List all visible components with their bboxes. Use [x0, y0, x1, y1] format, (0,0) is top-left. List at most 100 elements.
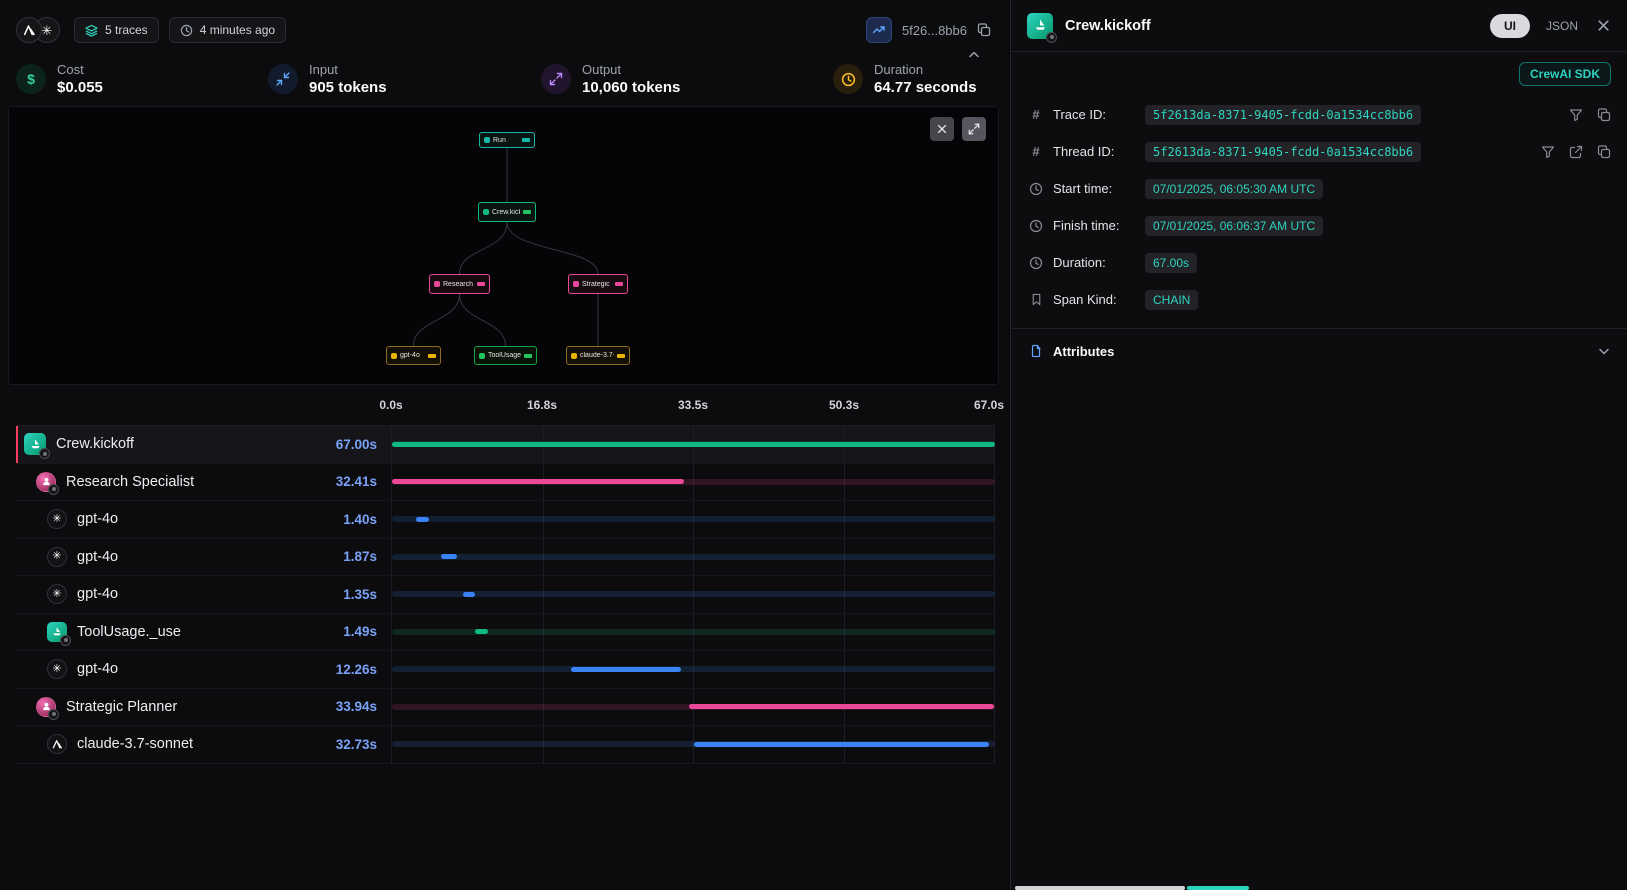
copy-icon[interactable] [1597, 108, 1611, 122]
node-status-chip [615, 282, 623, 286]
provider-avatars: ✳ [16, 16, 62, 44]
agent-icon [36, 472, 56, 492]
graph-close-button[interactable] [930, 117, 954, 141]
table-row[interactable]: ✳ gpt-4o 1.35s [16, 576, 995, 614]
span-name: Crew.kickoff [56, 436, 134, 452]
close-icon[interactable] [1596, 18, 1611, 33]
graph-node-claude[interactable]: claude-3.7-sonnet [566, 346, 630, 365]
table-row[interactable]: Strategic Planner 33.94s [16, 689, 995, 727]
span-bar-lane [391, 426, 995, 463]
copy-icon[interactable] [1597, 145, 1611, 159]
graph-node-crew-kickoff[interactable]: Crew.kickoff [478, 202, 536, 222]
table-row[interactable]: ✳ gpt-4o 12.26s [16, 651, 995, 689]
graph-node-toolusage[interactable]: ToolUsage._use [474, 346, 537, 365]
span-bar [441, 554, 458, 559]
openai-icon: ✳ [47, 547, 67, 567]
span-track [392, 666, 995, 672]
graph-node-research-specialist[interactable]: Research Specialist [429, 274, 490, 294]
span-kind-value: CHAIN [1145, 290, 1198, 310]
span-name: ToolUsage._use [77, 624, 181, 640]
filter-icon[interactable] [1569, 108, 1583, 122]
updated-time-label: 4 minutes ago [200, 23, 275, 37]
horizontal-scrollbar[interactable] [1011, 886, 1627, 890]
span-track [392, 554, 995, 560]
graph-node-gpt-4o[interactable]: gpt-4o [386, 346, 441, 365]
table-row[interactable]: claude-3.7-sonnet 32.73s [16, 726, 995, 764]
stat-input: Input 905 tokens [268, 62, 541, 96]
filter-icon[interactable] [1541, 145, 1555, 159]
scrollbar-thumb-accent[interactable] [1187, 886, 1249, 890]
node-icon [479, 353, 485, 359]
table-row[interactable]: ✳ gpt-4o 1.40s [16, 501, 995, 539]
span-bar-lane [391, 614, 995, 651]
node-status-chip [523, 210, 531, 214]
sdk-badge: CrewAI SDK [1519, 62, 1611, 86]
node-label: claude-3.7-sonnet [580, 352, 614, 359]
duration-value: 67.00s [1145, 253, 1197, 273]
graph-node-strategic-planner[interactable]: Strategic Planner [568, 274, 628, 294]
arrows-in-icon [268, 64, 298, 94]
anthropic-icon [47, 734, 67, 754]
instrumentation-badge-icon [48, 709, 59, 720]
node-status-chip [617, 354, 625, 358]
span-duration: 67.00s [336, 437, 377, 452]
tab-json[interactable]: JSON [1546, 19, 1578, 33]
span-name: gpt-4o [77, 586, 118, 602]
instrumentation-badge-icon [39, 448, 50, 459]
span-duration: 32.73s [336, 737, 377, 752]
openai-icon: ✳ [47, 659, 67, 679]
span-bar [475, 629, 488, 634]
span-duration: 1.87s [343, 549, 377, 564]
node-label: gpt-4o [400, 352, 420, 359]
anthropic-icon [16, 17, 42, 43]
scrollbar-thumb[interactable] [1015, 886, 1185, 890]
span-name: claude-3.7-sonnet [77, 736, 193, 752]
metrics-chart-button[interactable] [866, 17, 892, 43]
external-link-icon[interactable] [1569, 145, 1583, 159]
node-status-chip [477, 282, 485, 286]
chevron-down-icon[interactable] [1597, 344, 1611, 358]
instrumentation-badge-icon [1046, 32, 1057, 43]
axis-tick: 0.0s [379, 398, 402, 412]
timeline-axis: 0.0s 16.8s 33.5s 50.3s 67.0s [391, 398, 995, 420]
arrows-out-icon [541, 64, 571, 94]
clock-icon [1027, 219, 1045, 233]
graph-node-run[interactable]: Run [479, 132, 535, 148]
attributes-toggle[interactable]: Attributes [1011, 329, 1627, 373]
thread-id-value: 5f2613da-8371-9405-fcdd-0a1534cc8bb6 [1145, 142, 1421, 162]
clock-icon [1027, 182, 1045, 196]
span-name: Research Specialist [66, 474, 194, 490]
graph-expand-button[interactable] [962, 117, 986, 141]
detail-row-duration: Duration: 67.00s [1011, 244, 1627, 281]
table-row[interactable]: ToolUsage._use 1.49s [16, 614, 995, 652]
copy-icon[interactable] [977, 23, 991, 37]
span-duration: 1.40s [343, 512, 377, 527]
node-status-chip [428, 354, 436, 358]
traces-count-badge[interactable]: 5 traces [74, 17, 159, 43]
table-row[interactable]: Research Specialist 32.41s [16, 464, 995, 502]
span-bar-lane [391, 464, 995, 501]
table-row[interactable]: ✳ gpt-4o 1.87s [16, 539, 995, 577]
chevron-up-icon[interactable] [967, 48, 981, 62]
detail-label: Duration: [1053, 255, 1145, 270]
node-icon [571, 353, 577, 359]
span-name: gpt-4o [77, 661, 118, 677]
node-label: Run [493, 137, 506, 144]
span-bar [392, 479, 684, 484]
clock-icon [1027, 256, 1045, 270]
span-bar [694, 742, 989, 747]
attributes-section: Attributes [1011, 328, 1627, 373]
detail-row-start-time: Start time: 07/01/2025, 06:05:30 AM UTC [1011, 170, 1627, 207]
stat-label: Cost [57, 62, 103, 77]
tab-ui[interactable]: UI [1490, 14, 1530, 38]
span-bar-lane [391, 689, 995, 726]
table-row[interactable]: Crew.kickoff 67.00s [16, 426, 995, 464]
detail-row-trace-id: # Trace ID: 5f2613da-8371-9405-fcdd-0a15… [1011, 96, 1627, 133]
span-duration: 1.49s [343, 624, 377, 639]
page-title: Crew.kickoff [1065, 18, 1151, 34]
stat-value: 905 tokens [309, 79, 387, 96]
span-bar [392, 442, 995, 447]
node-icon [391, 353, 397, 359]
stat-value: 64.77 seconds [874, 79, 977, 96]
detail-label: Trace ID: [1053, 107, 1145, 122]
